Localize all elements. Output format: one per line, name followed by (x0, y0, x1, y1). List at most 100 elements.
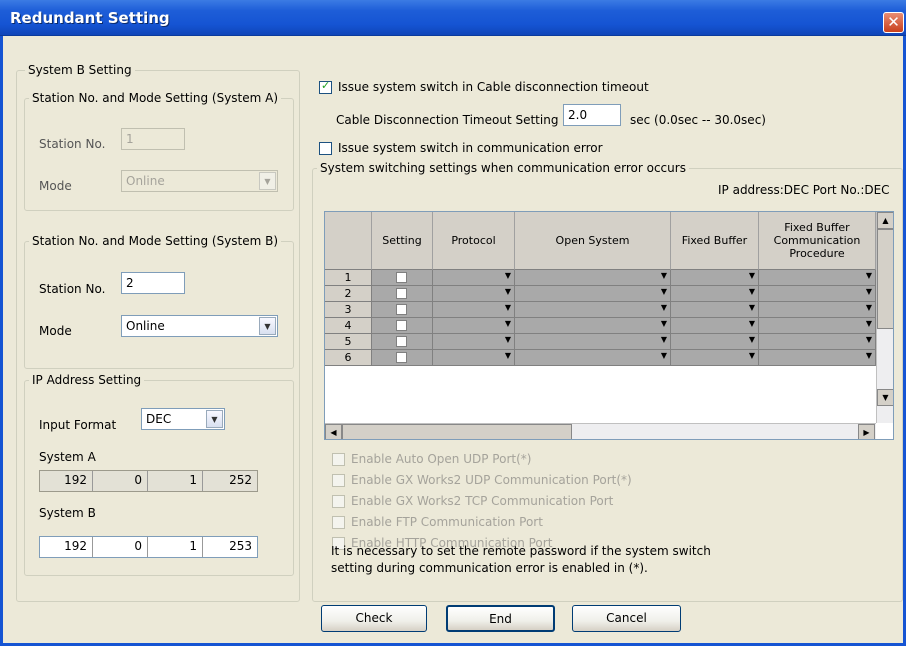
ip-separator (202, 537, 203, 557)
chevron-down-icon: ▼ (504, 271, 511, 280)
table-cell-dropdown[interactable]: ▼ (515, 350, 671, 366)
table-cell-dropdown[interactable]: ▼ (515, 334, 671, 350)
table-cell-dropdown[interactable]: ▼ (759, 302, 876, 318)
ip-separator (202, 471, 203, 491)
system-a-station-input[interactable]: 1 (121, 128, 185, 150)
table-row-number: 2 (325, 286, 372, 302)
table-cell-dropdown[interactable]: ▼ (433, 350, 515, 366)
comm-error-checkbox-label[interactable]: Issue system switch in communication err… (338, 141, 603, 155)
table-cell-dropdown[interactable]: ▼ (759, 334, 876, 350)
table-cell-dropdown[interactable]: ▼ (671, 286, 759, 302)
table-cell-setting[interactable] (372, 302, 433, 318)
chevron-down-icon: ▼ (660, 319, 667, 328)
cancel-button[interactable]: Cancel (572, 605, 681, 632)
table-cell-dropdown[interactable]: ▼ (433, 334, 515, 350)
table-vertical-scrollbar[interactable]: ▲ ▼ (876, 212, 893, 423)
table-cell-dropdown[interactable]: ▼ (759, 350, 876, 366)
chevron-down-icon: ▼ (660, 271, 667, 280)
end-button[interactable]: End (446, 605, 555, 632)
table-cell-dropdown[interactable]: ▼ (671, 318, 759, 334)
chevron-down-icon: ▼ (660, 351, 667, 360)
ip-address-group-legend: IP Address Setting (29, 373, 145, 387)
table-cell-dropdown[interactable]: ▼ (671, 350, 759, 366)
chevron-down-icon: ▼ (660, 287, 667, 296)
title-bar[interactable]: Redundant Setting ✕ (0, 0, 906, 36)
cable-timeout-checkbox[interactable] (319, 79, 332, 94)
table-cell-dropdown[interactable]: ▼ (759, 270, 876, 286)
chevron-down-icon: ▼ (259, 317, 276, 335)
chevron-down-icon: ▼ (865, 351, 872, 360)
system-a-ip-input[interactable]: 192 0 1 252 (39, 470, 258, 492)
table-cell-setting[interactable] (372, 334, 433, 350)
table-row-number: 1 (325, 270, 372, 286)
scroll-left-icon[interactable]: ◀ (325, 424, 342, 439)
input-format-select[interactable]: DEC ▼ (141, 408, 225, 430)
table-cell-dropdown[interactable]: ▼ (671, 334, 759, 350)
chevron-down-icon: ▼ (865, 319, 872, 328)
ip-port-format-note: IP address:DEC Port No.:DEC (718, 183, 890, 197)
ip-octet: 0 (134, 473, 142, 487)
row-setting-checkbox[interactable] (396, 336, 407, 347)
system-b-group-legend: Station No. and Mode Setting (System B) (29, 234, 282, 248)
scroll-thumb[interactable] (877, 229, 893, 329)
row-setting-checkbox[interactable] (396, 352, 407, 363)
table-cell-setting[interactable] (372, 318, 433, 334)
switching-settings-table[interactable]: Setting Protocol Open System Fixed Buffe… (324, 211, 894, 440)
table-cell-dropdown[interactable]: ▼ (433, 270, 515, 286)
row-setting-checkbox[interactable] (396, 272, 407, 283)
table-cell-dropdown[interactable]: ▼ (671, 302, 759, 318)
chevron-down-icon: ▼ (206, 410, 223, 428)
table-cell-dropdown[interactable]: ▼ (433, 302, 515, 318)
disabled-option-label: Enable GX Works2 UDP Communication Port(… (351, 473, 632, 487)
table-header-open-system: Open System (515, 212, 671, 270)
scroll-right-icon[interactable]: ▶ (858, 424, 875, 439)
scroll-thumb[interactable] (342, 424, 572, 439)
timeout-setting-input[interactable]: 2.0 (563, 104, 621, 126)
chevron-down-icon: ▼ (504, 303, 511, 312)
system-b-mode-select[interactable]: Online ▼ (121, 315, 278, 337)
table-cell-dropdown[interactable]: ▼ (759, 318, 876, 334)
scroll-up-icon[interactable]: ▲ (877, 212, 893, 229)
table-header-corner (325, 212, 372, 270)
table-cell-dropdown[interactable]: ▼ (671, 270, 759, 286)
chevron-down-icon: ▼ (504, 351, 511, 360)
disabled-option-checkbox[interactable] (332, 474, 345, 487)
disabled-option-checkbox[interactable] (332, 495, 345, 508)
close-button[interactable]: ✕ (883, 12, 904, 33)
table-cell-dropdown[interactable]: ▼ (515, 318, 671, 334)
table-cell-dropdown[interactable]: ▼ (759, 286, 876, 302)
dialog-body: System B Setting Station No. and Mode Se… (0, 36, 906, 646)
system-b-ip-input[interactable]: 192 0 1 253 (39, 536, 258, 558)
table-cell-dropdown[interactable]: ▼ (515, 270, 671, 286)
disabled-option-checkbox[interactable] (332, 516, 345, 529)
row-setting-checkbox[interactable] (396, 288, 407, 299)
row-setting-checkbox[interactable] (396, 304, 407, 315)
scroll-down-icon[interactable]: ▼ (877, 389, 893, 406)
system-a-group-legend: Station No. and Mode Setting (System A) (29, 91, 282, 105)
ip-octet: 192 (64, 473, 87, 487)
chevron-down-icon: ▼ (660, 335, 667, 344)
system-a-mode-select[interactable]: Online ▼ (121, 170, 278, 192)
input-format-value: DEC (146, 412, 172, 426)
check-button[interactable]: Check (321, 605, 427, 632)
cable-timeout-checkbox-label[interactable]: Issue system switch in Cable disconnecti… (338, 80, 649, 94)
chevron-down-icon: ▼ (748, 271, 755, 280)
row-setting-checkbox[interactable] (396, 320, 407, 331)
table-cell-dropdown[interactable]: ▼ (515, 286, 671, 302)
table-horizontal-scrollbar[interactable]: ◀ ▶ (325, 423, 876, 439)
table-cell-dropdown[interactable]: ▼ (515, 302, 671, 318)
chevron-down-icon: ▼ (748, 303, 755, 312)
table-row-number: 3 (325, 302, 372, 318)
chevron-down-icon: ▼ (748, 351, 755, 360)
table-cell-setting[interactable] (372, 286, 433, 302)
table-cell-dropdown[interactable]: ▼ (433, 286, 515, 302)
ip-separator (92, 537, 93, 557)
chevron-down-icon: ▼ (865, 271, 872, 280)
system-b-station-input[interactable]: 2 (121, 272, 185, 294)
table-cell-setting[interactable] (372, 270, 433, 286)
table-cell-setting[interactable] (372, 350, 433, 366)
chevron-down-icon: ▼ (865, 335, 872, 344)
disabled-option-checkbox[interactable] (332, 453, 345, 466)
comm-error-checkbox[interactable] (319, 142, 332, 155)
table-cell-dropdown[interactable]: ▼ (433, 318, 515, 334)
